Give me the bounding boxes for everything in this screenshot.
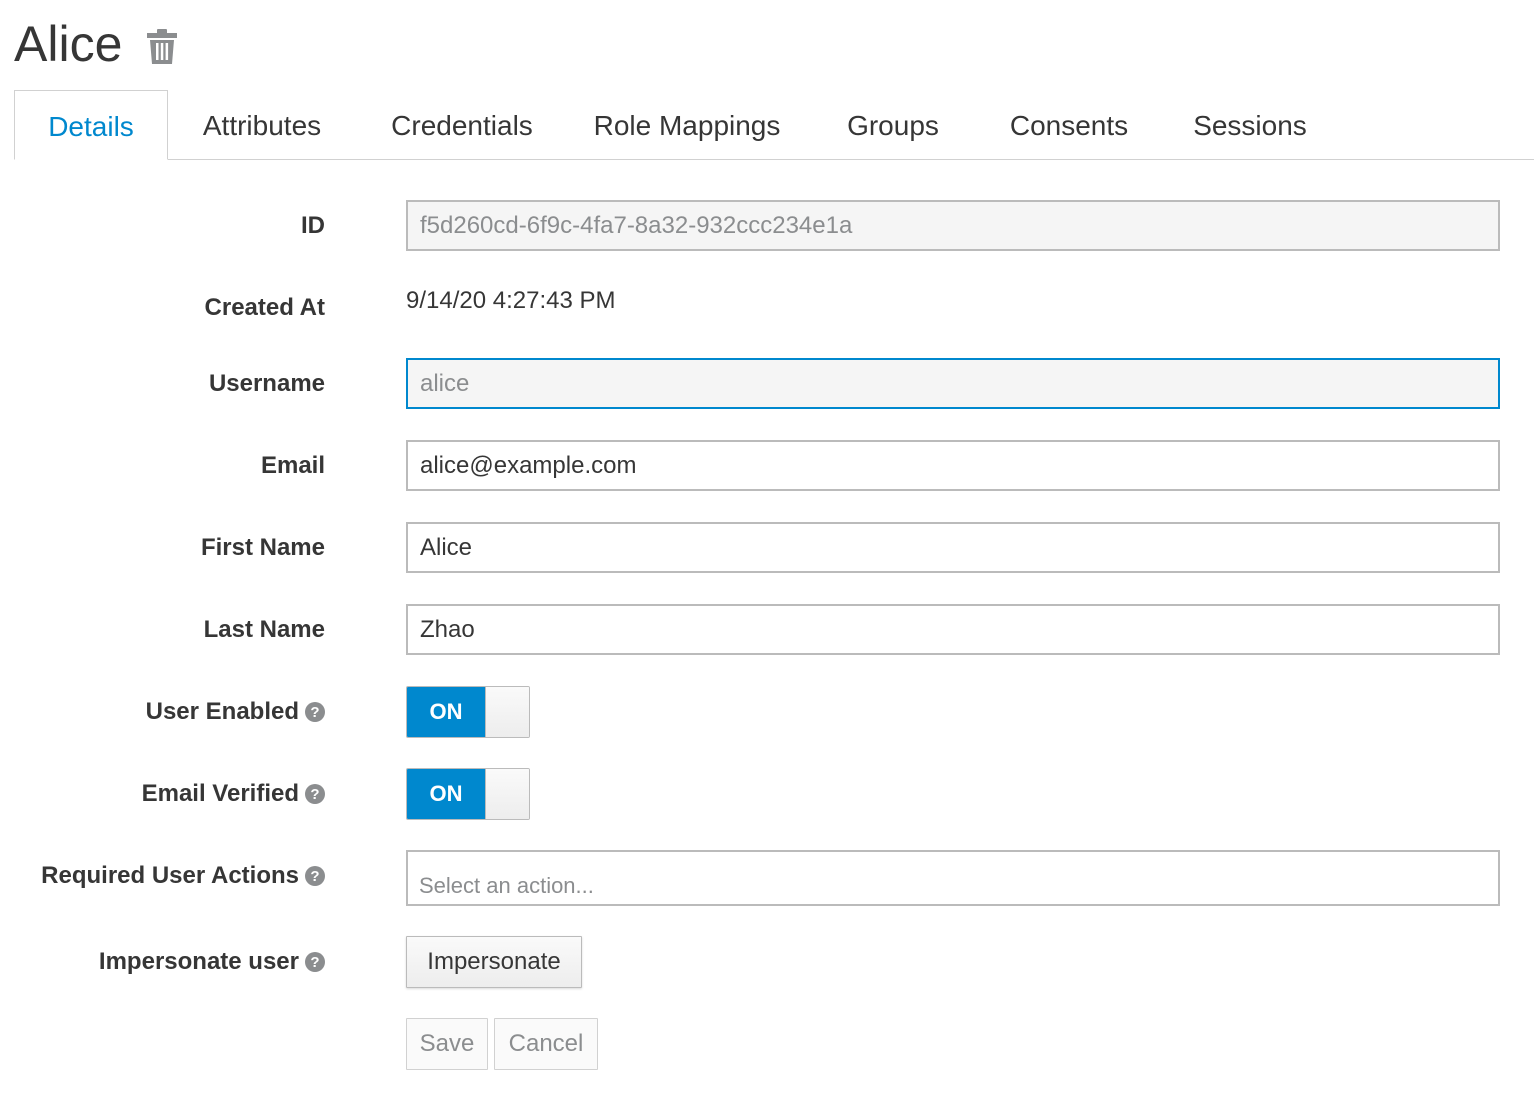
toggle-on-label: ON [407, 687, 485, 737]
required-actions-label-text: Required User Actions [41, 862, 299, 889]
toggle-knob [485, 769, 529, 819]
email-label-text: Email [260, 452, 325, 479]
username-label: Username [209, 370, 325, 398]
question-circle-icon[interactable]: ? [305, 784, 325, 804]
question-circle-icon[interactable]: ? [305, 866, 325, 886]
last-name-label: Last Name [204, 616, 325, 644]
email-verified-label-text: Email Verified [141, 780, 299, 807]
cancel-button[interactable]: Cancel [494, 1018, 598, 1070]
user-enabled-toggle[interactable]: ON [406, 686, 530, 738]
required-actions-select[interactable]: Select an action... [406, 850, 1500, 906]
question-circle-icon[interactable]: ? [305, 702, 325, 722]
first-name-label-text: First Name [200, 534, 325, 561]
user-enabled-label: User Enabled ? [146, 698, 325, 726]
last-name-field[interactable] [406, 604, 1500, 655]
toggle-on-label: ON [407, 769, 485, 819]
tab-attributes[interactable]: Attributes [184, 90, 340, 159]
first-name-label: First Name [201, 534, 325, 562]
user-enabled-label-text: User Enabled [145, 698, 299, 725]
trash-icon[interactable] [146, 29, 178, 65]
tab-role-mappings[interactable]: Role Mappings [584, 90, 790, 159]
page-title: Alice [14, 16, 123, 72]
tab-details[interactable]: Details [14, 90, 168, 160]
required-actions-label: Required User Actions ? [41, 862, 325, 890]
tab-groups[interactable]: Groups [838, 90, 948, 159]
impersonate-label: Impersonate user ? [99, 948, 325, 976]
last-name-label-text: Last Name [203, 616, 325, 643]
tab-sessions[interactable]: Sessions [1180, 90, 1320, 159]
id-field[interactable] [406, 200, 1500, 251]
id-label-text: ID [301, 212, 325, 239]
impersonate-label-text: Impersonate user [98, 948, 299, 975]
created-at-value: 9/14/20 4:27:43 PM [406, 287, 616, 314]
toggle-knob [485, 687, 529, 737]
email-verified-toggle[interactable]: ON [406, 768, 530, 820]
question-circle-icon[interactable]: ? [305, 952, 325, 972]
email-field[interactable] [406, 440, 1500, 491]
tab-credentials[interactable]: Credentials [374, 90, 550, 159]
tab-consents[interactable]: Consents [994, 90, 1144, 159]
first-name-field[interactable] [406, 522, 1500, 573]
tab-bar: Details Attributes Credentials Role Mapp… [14, 90, 1534, 160]
email-label: Email [261, 452, 325, 480]
email-verified-label: Email Verified ? [142, 780, 325, 808]
impersonate-button[interactable]: Impersonate [406, 936, 582, 988]
username-label-text: Username [208, 370, 325, 397]
created-at-label: Created At [205, 294, 325, 322]
save-button[interactable]: Save [406, 1018, 488, 1070]
username-field[interactable] [406, 358, 1500, 409]
created-at-label-text: Created At [204, 294, 325, 321]
id-label: ID [301, 212, 325, 240]
